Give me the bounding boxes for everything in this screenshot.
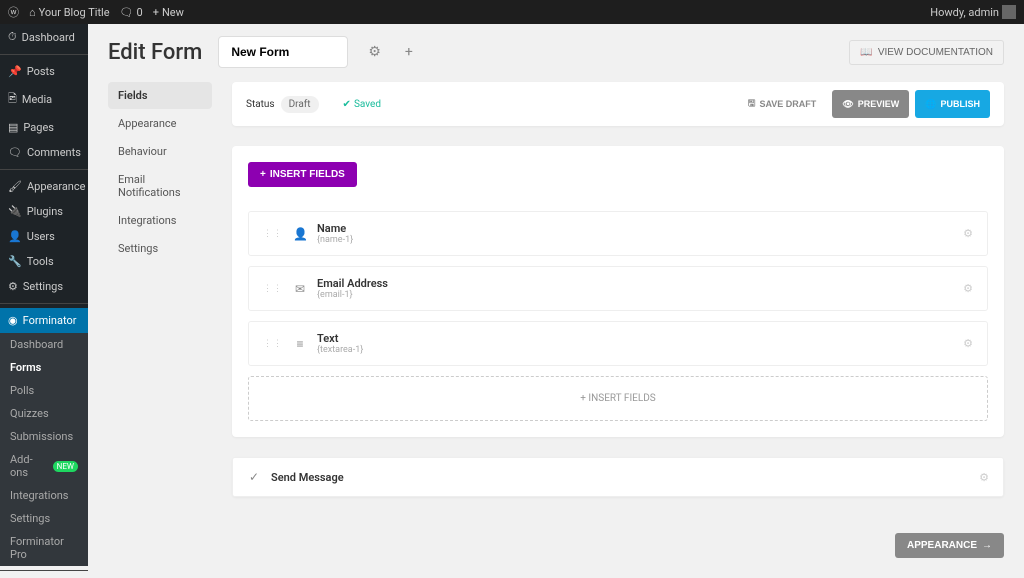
status-label: Status	[246, 99, 275, 110]
my-account[interactable]: Howdy, admin	[930, 5, 1016, 19]
field-title: Email Address	[317, 277, 953, 290]
next-appearance-button[interactable]: APPEARANCE→	[895, 533, 1004, 558]
field-title: Text	[317, 332, 953, 345]
plus-icon: +	[260, 169, 266, 180]
field-row[interactable]: ⋮⋮ ≡ Text {textarea-1} ⚙	[248, 321, 988, 366]
nav-appearance[interactable]: Appearance	[108, 110, 212, 137]
menu-users[interactable]: 👤Users	[0, 224, 88, 249]
fields-panel: +INSERT FIELDS ⋮⋮ 👤 Name {name-1} ⚙ ⋮⋮ ✉…	[232, 146, 1004, 437]
submit-label: Send Message	[271, 471, 344, 484]
admin-menu: ⏱Dashboard 📌Posts 🖻Media ▤Pages 🗨Comment…	[0, 24, 88, 504]
globe-icon: 🌐	[925, 99, 936, 110]
field-settings-icon[interactable]: ⚙	[979, 471, 989, 484]
submenu-submissions[interactable]: Submissions	[0, 425, 88, 448]
save-draft-button[interactable]: 🖫SAVE DRAFT	[738, 90, 827, 118]
field-row[interactable]: ⋮⋮ ✉ Email Address {email-1} ⚙	[248, 266, 988, 311]
plug-icon: 🔌	[8, 205, 22, 218]
field-slug: {textarea-1}	[317, 345, 953, 355]
submenu-quizzes[interactable]: Quizzes	[0, 402, 88, 425]
submenu-dashboard[interactable]: Dashboard	[0, 333, 88, 356]
saved-indicator: ✔Saved	[343, 99, 381, 110]
page-title: Edit Form	[108, 40, 202, 65]
mail-icon: ✉	[293, 282, 307, 296]
wp-logo-icon[interactable]: ⓦ	[8, 4, 19, 20]
site-link[interactable]: ⌂ Your Blog Title	[29, 6, 110, 19]
submenu-forms[interactable]: Forms	[0, 356, 88, 379]
nav-behaviour[interactable]: Behaviour	[108, 138, 212, 165]
media-icon: 🖻	[8, 90, 17, 109]
save-icon: 🖫	[748, 96, 756, 112]
pin-icon: 📌	[8, 65, 22, 78]
status-badge: Draft	[281, 96, 319, 113]
wp-admin-bar: ⓦ ⌂ Your Blog Title 🗨 0 + New Howdy, adm…	[0, 0, 1024, 24]
check-icon: ✔	[343, 99, 351, 110]
nav-fields[interactable]: Fields	[108, 82, 212, 109]
form-settings-nav: Fields Appearance Behaviour Email Notifi…	[108, 82, 212, 558]
new-badge: NEW	[53, 461, 78, 472]
insert-fields-button[interactable]: +INSERT FIELDS	[248, 162, 357, 187]
sliders-icon: ⚙	[8, 280, 18, 293]
submit-panel: ✓ Send Message ⚙	[232, 457, 1004, 497]
field-settings-icon[interactable]: ⚙	[963, 282, 973, 295]
menu-dashboard[interactable]: ⏱Dashboard	[0, 24, 88, 50]
preview-button[interactable]: 👁PREVIEW	[832, 90, 909, 118]
menu-tools[interactable]: 🔧Tools	[0, 249, 88, 274]
forminator-icon: ◉	[8, 314, 18, 327]
submit-row[interactable]: ✓ Send Message ⚙	[232, 457, 1004, 497]
field-row[interactable]: ⋮⋮ 👤 Name {name-1} ⚙	[248, 211, 988, 256]
drag-handle-icon[interactable]: ⋮⋮	[263, 229, 283, 239]
comment-icon: 🗨	[8, 146, 22, 159]
submenu-polls[interactable]: Polls	[0, 379, 88, 402]
menu-media[interactable]: 🖻Media	[0, 84, 88, 115]
brush-icon: 🖌	[8, 180, 22, 193]
publish-button[interactable]: 🌐PUBLISH	[915, 90, 990, 118]
menu-comments[interactable]: 🗨Comments	[0, 140, 88, 165]
comments-link[interactable]: 🗨 0	[120, 6, 143, 19]
arrow-right-icon: →	[982, 540, 992, 551]
nav-email[interactable]: Email Notifications	[108, 166, 212, 206]
field-title: Name	[317, 222, 953, 235]
add-form-icon[interactable]: +	[401, 40, 417, 64]
user-icon: 👤	[8, 230, 22, 243]
field-settings-icon[interactable]: ⚙	[963, 337, 973, 350]
field-settings-icon[interactable]: ⚙	[963, 227, 973, 240]
menu-posts[interactable]: 📌Posts	[0, 59, 88, 84]
view-docs-button[interactable]: 📖VIEW DOCUMENTATION	[849, 40, 1004, 65]
plus-icon: +	[580, 393, 586, 404]
avatar-icon	[1002, 5, 1016, 19]
drag-handle-icon[interactable]: ⋮⋮	[263, 284, 283, 294]
check-icon: ✓	[247, 470, 261, 484]
text-icon: ≡	[293, 337, 307, 351]
insert-fields-dropzone[interactable]: + INSERT FIELDS	[248, 376, 988, 421]
field-slug: {email-1}	[317, 290, 953, 300]
new-content-link[interactable]: + New	[153, 6, 184, 19]
page-icon: ▤	[8, 121, 18, 134]
menu-pages[interactable]: ▤Pages	[0, 115, 88, 140]
menu-forminator[interactable]: ◉Forminator	[0, 308, 88, 333]
menu-plugins[interactable]: 🔌Plugins	[0, 199, 88, 224]
menu-settings[interactable]: ⚙Settings	[0, 274, 88, 299]
drag-handle-icon[interactable]: ⋮⋮	[263, 339, 283, 349]
menu-appearance[interactable]: 🖌Appearance	[0, 174, 88, 199]
form-settings-icon[interactable]: ⚙	[364, 40, 385, 64]
nav-integrations[interactable]: Integrations	[108, 207, 212, 234]
submenu-addons[interactable]: Add-ons NEW	[0, 448, 88, 484]
wrench-icon: 🔧	[8, 255, 22, 268]
field-slug: {name-1}	[317, 235, 953, 245]
form-name-input[interactable]	[218, 36, 348, 68]
book-icon: 📖	[860, 47, 872, 58]
nav-settings[interactable]: Settings	[108, 235, 212, 262]
gauge-icon: ⏱	[8, 30, 17, 44]
status-bar: Status Draft ✔Saved 🖫SAVE DRAFT 👁PREVIEW…	[232, 82, 1004, 126]
eye-icon: 👁	[842, 99, 853, 110]
user-icon: 👤	[293, 227, 307, 241]
